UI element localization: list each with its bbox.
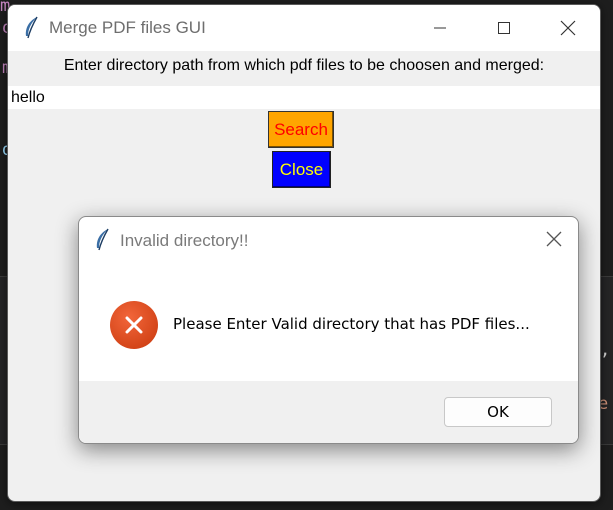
close-icon (560, 20, 576, 36)
window-close-button[interactable] (536, 5, 600, 51)
window-title: Merge PDF files GUI (49, 18, 206, 37)
maximize-icon (498, 22, 510, 34)
feather-icon (25, 16, 38, 39)
code-fragment: , (600, 340, 611, 360)
dialog-close-icon[interactable] (544, 229, 564, 249)
directory-prompt-label: Enter directory path from which pdf file… (63, 57, 545, 74)
minimize-icon (434, 27, 446, 29)
search-button[interactable]: Search (268, 111, 334, 148)
ok-button[interactable]: OK (444, 397, 552, 427)
minimize-button[interactable] (408, 5, 472, 51)
feather-icon (96, 228, 109, 251)
close-button[interactable]: Close (272, 151, 331, 188)
x-mark-icon (125, 316, 143, 334)
title-bar: Merge PDF files GUI (8, 5, 600, 51)
maximize-button[interactable] (472, 5, 536, 51)
error-dialog: Invalid directory!! Please Enter Valid d… (78, 216, 579, 444)
directory-path-input[interactable]: hello (8, 86, 600, 109)
dialog-message: Please Enter Valid directory that has PD… (173, 315, 530, 333)
dialog-title: Invalid directory!! (120, 231, 249, 250)
error-icon (110, 301, 158, 349)
